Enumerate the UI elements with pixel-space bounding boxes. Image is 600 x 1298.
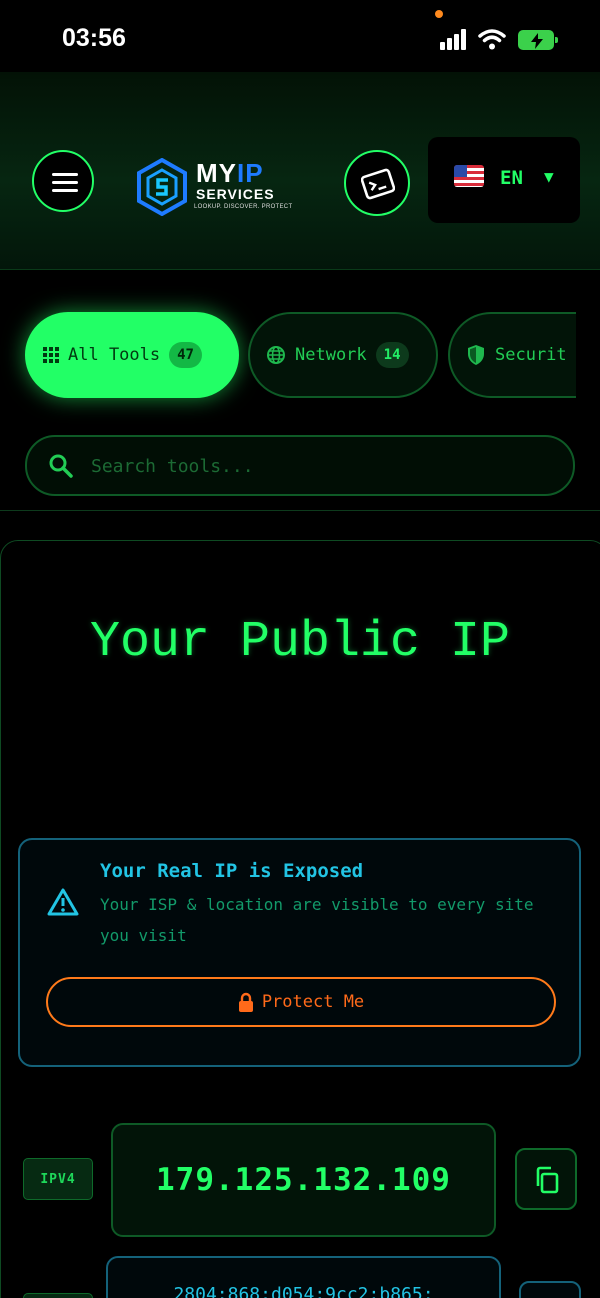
hamburger-icon bbox=[52, 173, 78, 176]
page-title: Your Public IP bbox=[89, 614, 511, 671]
wifi-icon bbox=[478, 29, 506, 50]
shield-icon bbox=[468, 345, 484, 365]
ipv6-value: 2804:868:d054:9cc2:b865: bbox=[173, 1284, 434, 1298]
tab-security[interactable]: Securit bbox=[448, 312, 576, 398]
language-selector[interactable]: EN ▼ bbox=[428, 137, 580, 223]
cellular-signal-icon bbox=[440, 28, 468, 50]
camera-indicator-dot bbox=[435, 10, 443, 18]
tab-count-badge: 14 bbox=[375, 342, 409, 368]
search-icon bbox=[49, 454, 73, 478]
brand-logo[interactable]: MYIP SERVICES LOOKUP. DISCOVER. PROTECT bbox=[136, 158, 301, 216]
alert-text: Your ISP & location are visible to every… bbox=[100, 895, 534, 945]
battery-charging-icon bbox=[518, 30, 558, 50]
tab-all-tools[interactable]: All Tools 47 bbox=[25, 312, 239, 398]
ipv6-address[interactable]: 2804:868:d054:9cc2:b865: bbox=[106, 1256, 501, 1298]
search-bar bbox=[25, 435, 575, 496]
terminal-button[interactable] bbox=[344, 150, 410, 216]
language-code: EN bbox=[500, 167, 523, 189]
tab-label: Securit bbox=[495, 345, 567, 365]
status-bar: 03:56 bbox=[0, 0, 600, 72]
chevron-down-icon: ▼ bbox=[544, 167, 554, 186]
tab-network[interactable]: Network 14 bbox=[248, 312, 438, 398]
grid-icon bbox=[43, 347, 59, 363]
hamburger-icon-line bbox=[52, 181, 78, 184]
protect-me-label: Protect Me bbox=[261, 992, 365, 1012]
app-header: MYIP SERVICES LOOKUP. DISCOVER. PROTECT … bbox=[0, 72, 600, 270]
tab-label: Network bbox=[295, 345, 367, 365]
globe-icon bbox=[267, 346, 285, 364]
hamburger-icon-line bbox=[52, 189, 78, 192]
tab-count-badge: 47 bbox=[169, 342, 202, 368]
logo-hexagon-icon bbox=[137, 158, 187, 216]
logo-my: MY bbox=[196, 158, 237, 188]
warning-triangle-icon bbox=[47, 888, 79, 916]
ipv4-label: IPV4 bbox=[23, 1158, 93, 1200]
copy-ipv6-button[interactable] bbox=[519, 1281, 581, 1298]
logo-wordmark: MYIP bbox=[196, 160, 264, 186]
menu-button[interactable] bbox=[32, 150, 94, 212]
logo-ip: IP bbox=[237, 158, 264, 188]
search-input[interactable] bbox=[91, 451, 551, 481]
alert-title: Your Real IP is Exposed bbox=[100, 860, 364, 882]
logo-tagline: LOOKUP. DISCOVER. PROTECT bbox=[194, 204, 293, 210]
copy-icon bbox=[536, 1166, 559, 1194]
status-time: 03:56 bbox=[62, 24, 126, 52]
ipv4-address[interactable]: 179.125.132.109 bbox=[111, 1123, 496, 1237]
protect-me-button[interactable]: Protect Me bbox=[46, 977, 556, 1027]
logo-services: SERVICES bbox=[196, 186, 275, 202]
exposure-alert: Your Real IP is Exposed Your ISP & locat… bbox=[18, 838, 581, 1067]
copy-ipv4-button[interactable] bbox=[515, 1148, 577, 1210]
terminal-icon bbox=[361, 168, 395, 200]
tab-label: All Tools bbox=[68, 345, 161, 365]
lock-icon bbox=[238, 992, 253, 1012]
divider bbox=[0, 510, 600, 511]
us-flag-icon bbox=[454, 165, 484, 187]
ipv6-label bbox=[23, 1293, 93, 1298]
